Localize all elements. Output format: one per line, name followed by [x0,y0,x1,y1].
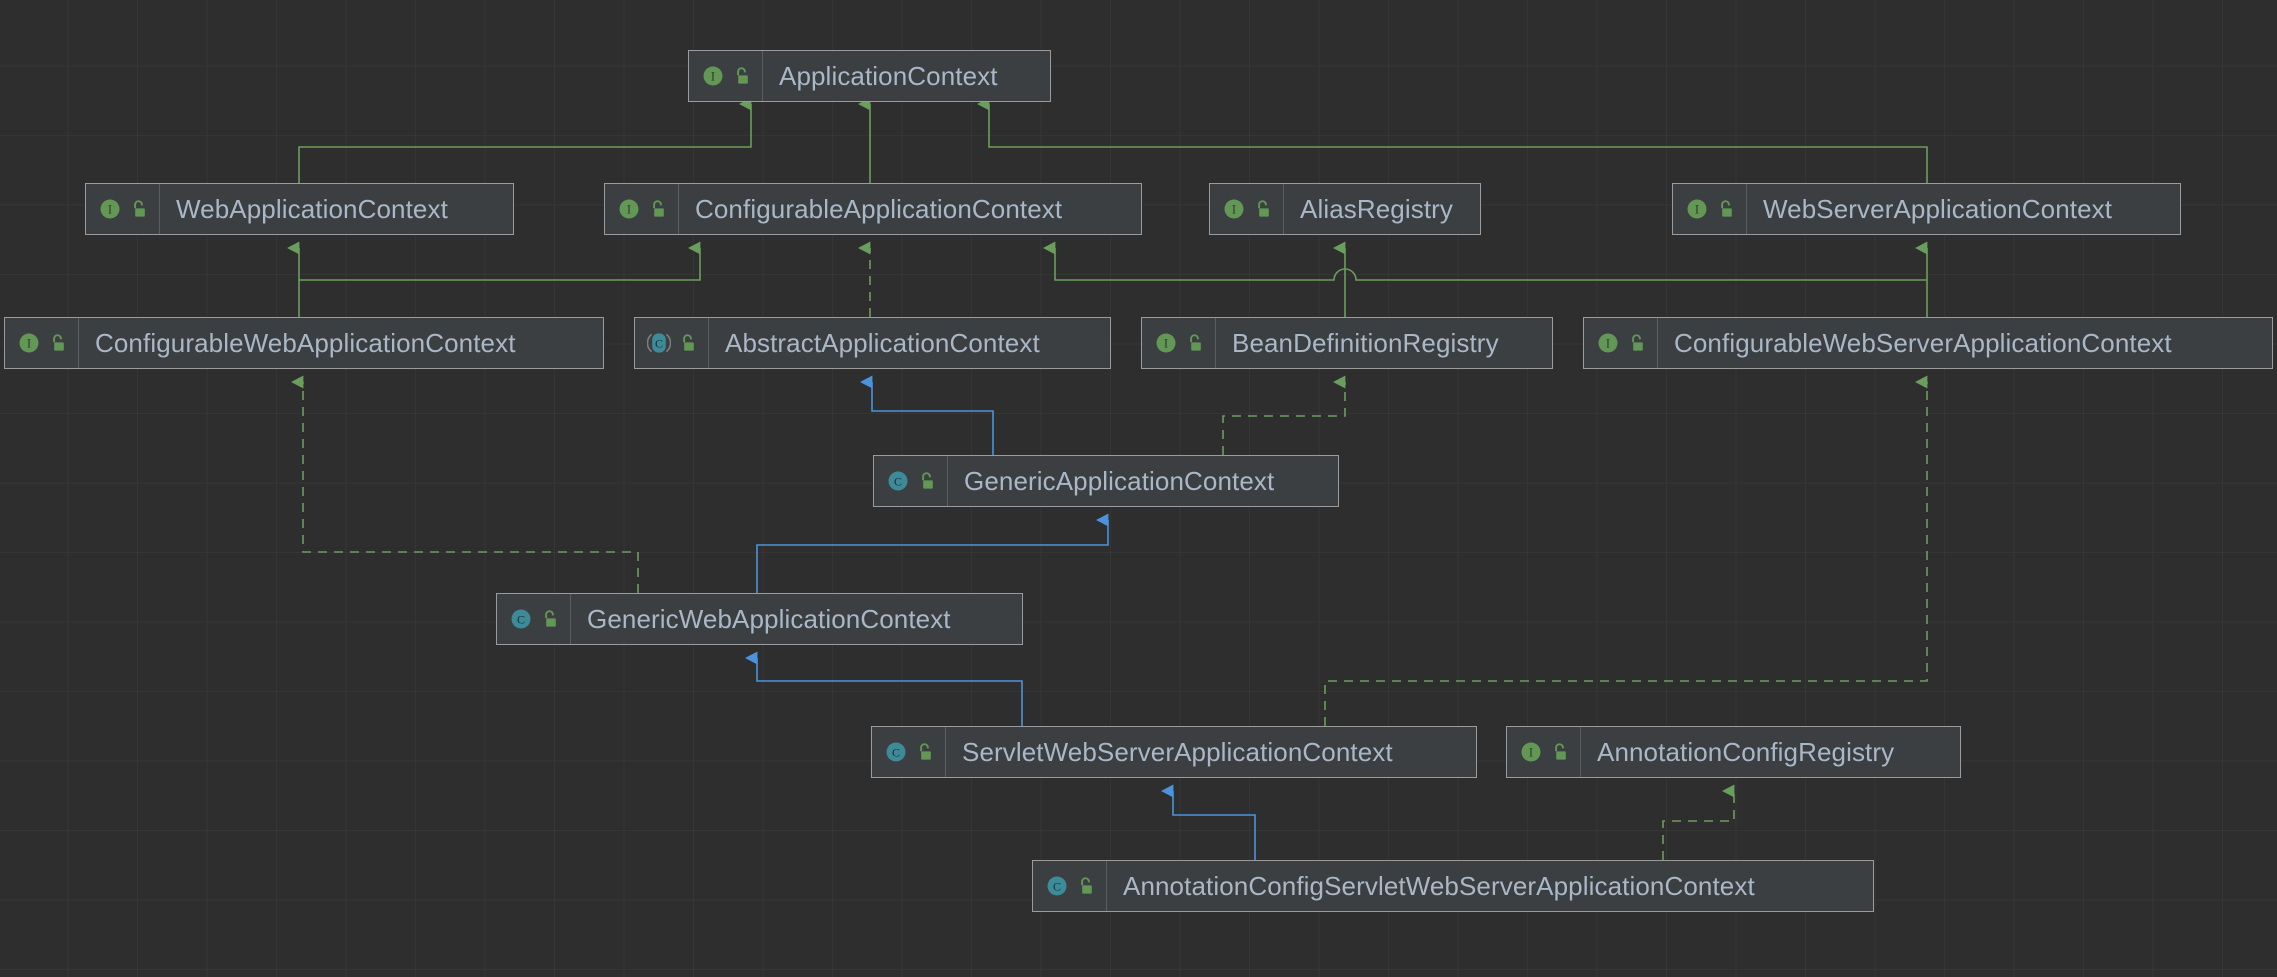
class-node-configurablewebserverapplicationcontext[interactable]: I ConfigurableWebServerApplicationContext [1583,317,2273,369]
node-icon-gutter: I [86,184,160,234]
node-icon-gutter: I [1142,318,1216,368]
diagram-canvas[interactable]: I ApplicationContext I WebApplicationContex… [0,0,2277,977]
node-icon-gutter: C [497,594,571,644]
svg-text:C: C [517,612,525,626]
interface-icon: I [17,331,41,355]
svg-text:I: I [1695,203,1699,217]
class-node-webserverapplicationcontext[interactable]: I WebServerApplicationContext [1672,183,2181,235]
class-node-label: AnnotationConfigRegistry [1581,727,1912,777]
unlocked-padlock-icon [678,333,697,353]
class-node-label: ServletWebServerApplicationContext [946,727,1411,777]
class-node-label: ApplicationContext [763,51,1016,101]
class-node-annotationconfigregistry[interactable]: I AnnotationConfigRegistry [1506,726,1961,778]
unlocked-padlock-icon [1253,199,1272,219]
node-icon-gutter: C [1033,861,1107,911]
class-node-webapplicationcontext[interactable]: I WebApplicationContext [85,183,514,235]
edge-genericwebapplicationcontext-to-genericapplicationcontext [757,520,1108,593]
interface-icon: I [1685,197,1709,221]
class-node-beandefinitionregistry[interactable]: I BeanDefinitionRegistry [1141,317,1553,369]
edge-configurablewebserverapplicationcontext-to-aliasregistry [1055,248,1927,280]
edge-webapplicationcontext-to-applicationcontext [299,104,751,183]
edge-annotationconfigservletwebserverapplicationcontext-to-servletwebserverapplicationcontext [1173,791,1255,860]
svg-text:I: I [27,337,31,351]
class-node-annotationconfigservletwebserverapplicationcontext[interactable]: C AnnotationConfigServletWebServerApplica… [1032,860,1874,912]
class-node-label: WebServerApplicationContext [1747,184,2130,234]
svg-text:C: C [892,745,900,759]
class-node-label: BeanDefinitionRegistry [1216,318,1517,368]
interface-icon: I [1519,740,1543,764]
svg-text:I: I [711,70,715,84]
svg-text:I: I [1529,746,1533,760]
class-node-servletwebserverapplicationcontext[interactable]: C ServletWebServerApplicationContext [871,726,1477,778]
unlocked-padlock-icon [1076,876,1095,896]
svg-text:C: C [894,474,902,488]
unlocked-padlock-icon [48,333,67,353]
node-icon-gutter: C [872,727,946,777]
class-icon: C [509,607,533,631]
node-icon-gutter: C [874,456,948,506]
edge-genericapplicationcontext-to-beandefinitionregistry [1223,382,1345,455]
class-icon: C [1045,874,1069,898]
class-node-genericwebapplicationcontext[interactable]: C GenericWebApplicationContext [496,593,1023,645]
unlocked-padlock-icon [648,199,667,219]
class-node-label: GenericApplicationContext [948,456,1292,506]
interface-icon: I [98,197,122,221]
svg-text:I: I [627,203,631,217]
class-node-genericapplicationcontext[interactable]: C GenericApplicationContext [873,455,1339,507]
edge-servletwebserverapplicationcontext-to-configurablewebserverapplicationcontext [1325,382,1927,726]
class-node-label: ConfigurableWebServerApplicationContext [1658,318,2190,368]
svg-text:I: I [1164,337,1168,351]
class-icon: C [886,469,910,493]
node-icon-gutter: I [689,51,763,101]
svg-text:I: I [1606,337,1610,351]
node-icon-gutter: I [1210,184,1284,234]
interface-icon: I [617,197,641,221]
class-node-label: ConfigurableWebApplicationContext [79,318,534,368]
node-icon-gutter: C [635,318,709,368]
edge-servletwebserverapplicationcontext-to-genericwebapplicationcontext [757,658,1022,726]
edge-genericapplicationcontext-to-abstractapplicationcontext [872,382,993,455]
abstract-class-icon: C [647,331,671,355]
unlocked-padlock-icon [1550,742,1569,762]
unlocked-padlock-icon [915,742,934,762]
class-node-label: AliasRegistry [1284,184,1471,234]
edge-configurablewebapplicationcontext-to-configurableapplicationcontext [299,248,700,280]
node-icon-gutter: I [1673,184,1747,234]
node-icon-gutter: I [5,318,79,368]
class-icon: C [884,740,908,764]
interface-icon: I [1596,331,1620,355]
unlocked-padlock-icon [1627,333,1646,353]
class-node-applicationcontext[interactable]: I ApplicationContext [688,50,1051,102]
edge-genericwebapplicationcontext-to-configurablewebapplicationcontext [303,382,638,593]
svg-text:C: C [655,336,663,350]
class-node-label: WebApplicationContext [160,184,466,234]
unlocked-padlock-icon [540,609,559,629]
unlocked-padlock-icon [917,471,936,491]
interface-icon: I [1154,331,1178,355]
unlocked-padlock-icon [129,199,148,219]
class-node-configurableapplicationcontext[interactable]: I ConfigurableApplicationContext [604,183,1142,235]
class-node-label: AnnotationConfigServletWebServerApplicat… [1107,861,1773,911]
edge-annotationconfigservletwebserverapplicationcontext-to-annotationconfigregistry [1663,791,1734,860]
class-node-configurablewebapplicationcontext[interactable]: I ConfigurableWebApplicationContext [4,317,604,369]
svg-text:I: I [1232,203,1236,217]
class-node-label: GenericWebApplicationContext [571,594,969,644]
interface-icon: I [1222,197,1246,221]
class-node-aliasregistry[interactable]: I AliasRegistry [1209,183,1481,235]
class-node-label: ConfigurableApplicationContext [679,184,1080,234]
interface-icon: I [701,64,725,88]
class-node-label: AbstractApplicationContext [709,318,1058,368]
node-icon-gutter: I [1507,727,1581,777]
unlocked-padlock-icon [1185,333,1204,353]
unlocked-padlock-icon [1716,199,1735,219]
svg-text:C: C [1053,879,1061,893]
unlocked-padlock-icon [732,66,751,86]
node-icon-gutter: I [1584,318,1658,368]
svg-text:I: I [108,203,112,217]
edge-webserverapplicationcontext-to-applicationcontext [989,104,1927,183]
class-node-abstractapplicationcontext[interactable]: C AbstractApplicationContext [634,317,1111,369]
node-icon-gutter: I [605,184,679,234]
